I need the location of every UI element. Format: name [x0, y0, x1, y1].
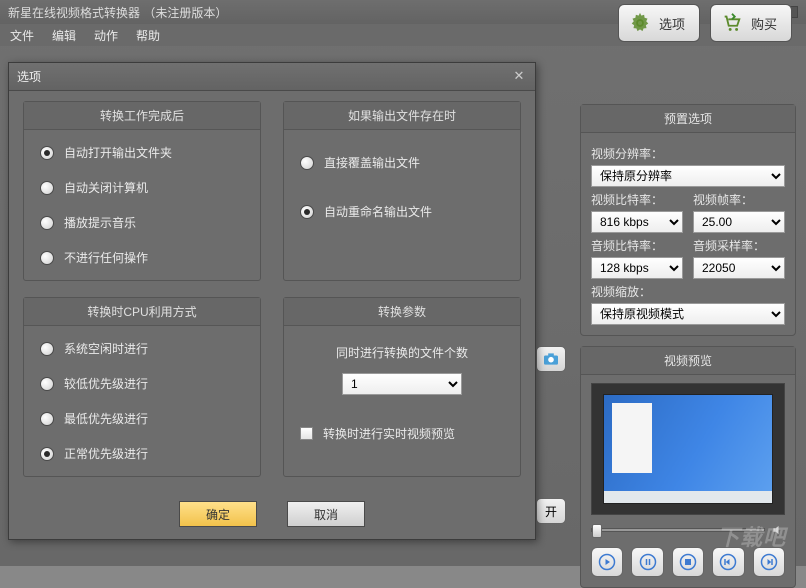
radio-icon: [300, 205, 314, 219]
radio-icon: [300, 156, 314, 170]
radio-icon: [40, 377, 54, 391]
menu-edit[interactable]: 编辑: [52, 27, 76, 44]
radio-cpu-0[interactable]: 系统空闲时进行: [40, 340, 244, 357]
preset-title: 预置选项: [581, 105, 795, 133]
play-button[interactable]: [591, 547, 623, 577]
video-bitrate-label: 视频比特率：: [591, 191, 683, 208]
close-icon[interactable]: ✕: [511, 69, 527, 85]
group-cpu-title: 转换时CPU利用方式: [24, 298, 260, 326]
radio-afterDone-1[interactable]: 自动关闭计算机: [40, 179, 244, 196]
radio-label: 不进行任何操作: [64, 249, 148, 266]
video-framerate-select[interactable]: 25.00: [693, 211, 785, 233]
buy-button[interactable]: 购买: [710, 4, 792, 42]
open-button[interactable]: 开: [536, 498, 566, 524]
video-bitrate-select[interactable]: 816 kbps: [591, 211, 683, 233]
radio-label: 播放提示音乐: [64, 214, 136, 231]
radio-label: 自动打开输出文件夹: [64, 144, 172, 161]
audio-samplerate-label: 音频采样率：: [693, 237, 785, 254]
radio-cpu-1[interactable]: 较低优先级进行: [40, 375, 244, 392]
radio-label: 较低优先级进行: [64, 375, 148, 392]
audio-bitrate-label: 音频比特率：: [591, 237, 683, 254]
audio-samplerate-select[interactable]: 22050: [693, 257, 785, 279]
radio-icon: [40, 412, 54, 426]
preview-title: 视频预览: [581, 347, 795, 375]
ok-button[interactable]: 确定: [179, 501, 257, 527]
radio-afterDone-0[interactable]: 自动打开输出文件夹: [40, 144, 244, 161]
preset-panel: 预置选项 视频分辨率： 保持原分辨率 视频比特率： 816 kbps 视频帧率：…: [580, 104, 796, 336]
radio-ifExists-1[interactable]: 自动重命名输出文件: [300, 203, 504, 220]
radio-label: 直接覆盖输出文件: [324, 154, 420, 171]
group-params-title: 转换参数: [284, 298, 520, 326]
options-label: 选项: [659, 14, 685, 33]
group-after-done: 转换工作完成后 自动打开输出文件夹自动关闭计算机播放提示音乐不进行任何操作: [23, 101, 261, 281]
radio-icon: [40, 447, 54, 461]
group-if-exists: 如果输出文件存在时 直接覆盖输出文件自动重命名输出文件: [283, 101, 521, 281]
radio-label: 自动关闭计算机: [64, 179, 148, 196]
resolution-select[interactable]: 保持原分辨率: [591, 165, 785, 187]
realtime-preview-check[interactable]: 转换时进行实时视频预览: [300, 425, 504, 442]
radio-icon: [40, 342, 54, 356]
video-scale-select[interactable]: 保持原视频模式: [591, 303, 785, 325]
radio-icon: [40, 216, 54, 230]
radio-afterDone-2[interactable]: 播放提示音乐: [40, 214, 244, 231]
prev-button[interactable]: [712, 547, 744, 577]
radio-icon: [40, 146, 54, 160]
radio-label: 系统空闲时进行: [64, 340, 148, 357]
concurrent-label: 同时进行转换的文件个数: [300, 344, 504, 361]
seek-slider[interactable]: [591, 528, 765, 532]
next-icon: [760, 553, 778, 571]
options-button[interactable]: 选项: [618, 4, 700, 42]
radio-label: 最低优先级进行: [64, 410, 148, 427]
cancel-label: 取消: [314, 506, 338, 523]
cart-icon: [721, 12, 743, 34]
play-icon: [598, 553, 616, 571]
camera-icon: [542, 352, 560, 366]
resolution-label: 视频分辨率：: [591, 145, 785, 162]
preview-thumbnail: [603, 394, 773, 504]
menu-file[interactable]: 文件: [10, 27, 34, 44]
options-dialog: 选项 ✕ 转换工作完成后 自动打开输出文件夹自动关闭计算机播放提示音乐不进行任何…: [8, 62, 536, 540]
ok-label: 确定: [206, 506, 230, 523]
pause-icon: [639, 553, 657, 571]
radio-label: 正常优先级进行: [64, 445, 148, 462]
next-button[interactable]: [753, 547, 785, 577]
preview-area: [591, 383, 785, 515]
gear-icon: [629, 12, 651, 34]
radio-icon: [40, 251, 54, 265]
buy-label: 购买: [751, 14, 777, 33]
window-title: 新星在线视频格式转换器 （未注册版本）: [8, 4, 227, 21]
pause-button[interactable]: [631, 547, 663, 577]
group-params: 转换参数 同时进行转换的文件个数 1 转换时进行实时视频预览: [283, 297, 521, 477]
stop-button[interactable]: [672, 547, 704, 577]
snapshot-button[interactable]: [536, 346, 566, 372]
audio-bitrate-select[interactable]: 128 kbps: [591, 257, 683, 279]
open-label: 开: [545, 503, 557, 520]
realtime-preview-label: 转换时进行实时视频预览: [323, 425, 455, 442]
group-if-exists-title: 如果输出文件存在时: [284, 102, 520, 130]
menu-help[interactable]: 帮助: [136, 27, 160, 44]
stop-icon: [679, 553, 697, 571]
cancel-button[interactable]: 取消: [287, 501, 365, 527]
radio-cpu-2[interactable]: 最低优先级进行: [40, 410, 244, 427]
radio-ifExists-0[interactable]: 直接覆盖输出文件: [300, 154, 504, 171]
volume-icon[interactable]: [771, 523, 785, 537]
dialog-title: 选项: [17, 68, 41, 85]
group-cpu: 转换时CPU利用方式 系统空闲时进行较低优先级进行最低优先级进行正常优先级进行: [23, 297, 261, 477]
radio-label: 自动重命名输出文件: [324, 203, 432, 220]
prev-icon: [719, 553, 737, 571]
radio-afterDone-3[interactable]: 不进行任何操作: [40, 249, 244, 266]
concurrent-select[interactable]: 1: [342, 373, 462, 395]
video-scale-label: 视频缩放：: [591, 283, 785, 300]
menu-action[interactable]: 动作: [94, 27, 118, 44]
radio-icon: [40, 181, 54, 195]
preview-panel: 视频预览: [580, 346, 796, 588]
video-framerate-label: 视频帧率：: [693, 191, 785, 208]
group-after-done-title: 转换工作完成后: [24, 102, 260, 130]
radio-cpu-3[interactable]: 正常优先级进行: [40, 445, 244, 462]
checkbox-icon: [300, 427, 313, 440]
